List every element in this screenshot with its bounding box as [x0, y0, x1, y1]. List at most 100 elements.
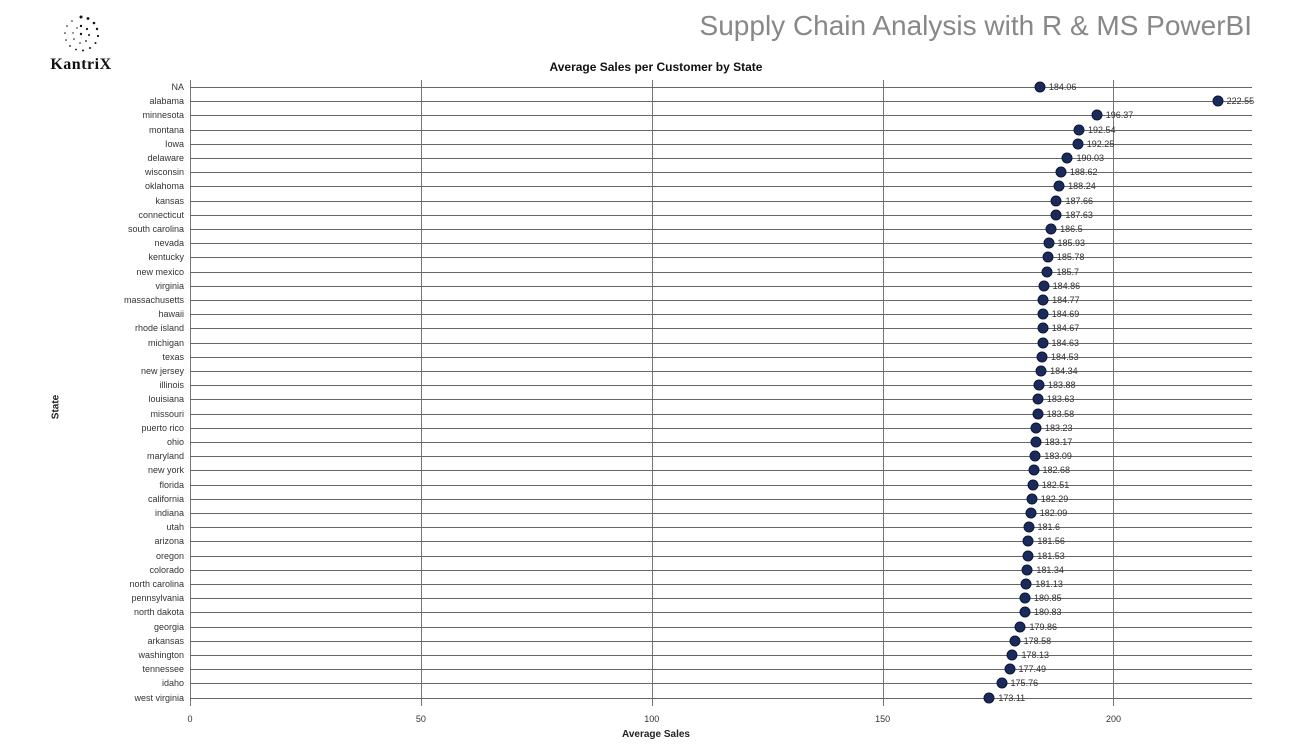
data-label: 184.06 [1049, 82, 1077, 92]
y-tick-label: california [54, 494, 190, 504]
data-point [1042, 266, 1053, 277]
data-label: 182.29 [1041, 494, 1069, 504]
chart-row: tennessee177.49 [190, 662, 1252, 676]
data-label: 181.6 [1038, 522, 1061, 532]
data-point [1074, 124, 1085, 135]
data-point [1027, 479, 1038, 490]
data-label: 185.78 [1057, 252, 1085, 262]
y-tick-label: wisconsin [54, 167, 190, 177]
data-point [1051, 195, 1062, 206]
data-label: 178.58 [1024, 636, 1052, 646]
y-tick-label: new mexico [54, 267, 190, 277]
row-gridline [190, 371, 1252, 372]
row-gridline [190, 243, 1252, 244]
y-tick-label: louisiana [54, 394, 190, 404]
data-label: 182.68 [1043, 465, 1071, 475]
chart-row: puerto rico183.23 [190, 421, 1252, 435]
y-tick-label: new jersey [54, 366, 190, 376]
data-point [1042, 252, 1053, 263]
data-point [1021, 579, 1032, 590]
data-label: 188.62 [1070, 167, 1098, 177]
data-label: 192.25 [1087, 139, 1115, 149]
data-label: 185.93 [1058, 238, 1086, 248]
chart-row: louisiana183.63 [190, 392, 1252, 406]
chart-row: delaware190.03 [190, 151, 1252, 165]
data-label: 183.58 [1047, 409, 1075, 419]
data-point [1032, 394, 1043, 405]
chart-row: minnesota196.37 [190, 108, 1252, 122]
chart-row: pennsylvania180.85 [190, 591, 1252, 605]
y-tick-label: kentucky [54, 252, 190, 262]
y-tick-label: washington [54, 650, 190, 660]
data-label: 173.11 [998, 693, 1025, 703]
y-tick-label: missouri [54, 409, 190, 419]
data-label: 182.09 [1040, 508, 1068, 518]
y-tick-label: kansas [54, 196, 190, 206]
data-point [1009, 635, 1020, 646]
data-point [1054, 181, 1065, 192]
data-point [1020, 593, 1031, 604]
row-gridline [190, 698, 1252, 699]
data-point [1030, 437, 1041, 448]
row-gridline [190, 641, 1252, 642]
chart-row: connecticut187.63 [190, 208, 1252, 222]
row-gridline [190, 541, 1252, 542]
row-gridline [190, 669, 1252, 670]
data-point [1023, 536, 1034, 547]
y-tick-label: rhode island [54, 323, 190, 333]
y-tick-label: puerto rico [54, 423, 190, 433]
data-point [1036, 366, 1047, 377]
row-gridline [190, 456, 1252, 457]
chart-row: NA184.06 [190, 80, 1252, 94]
data-label: 182.51 [1042, 480, 1070, 490]
data-point [1046, 224, 1057, 235]
chart-row: north carolina181.13 [190, 577, 1252, 591]
data-point [1037, 309, 1048, 320]
y-tick-label: illinois [54, 380, 190, 390]
row-gridline [190, 385, 1252, 386]
chart-row: south carolina186.5 [190, 222, 1252, 236]
row-gridline [190, 570, 1252, 571]
y-tick-label: texas [54, 352, 190, 362]
chart-row: indiana182.09 [190, 506, 1252, 520]
row-gridline [190, 584, 1252, 585]
data-label: 178.13 [1021, 650, 1049, 660]
data-label: 185.7 [1056, 267, 1079, 277]
row-gridline [190, 101, 1252, 102]
y-tick-label: minnesota [54, 110, 190, 120]
chart-row: missouri183.58 [190, 407, 1252, 421]
data-label: 184.69 [1052, 309, 1080, 319]
data-point [1037, 337, 1048, 348]
y-tick-label: utah [54, 522, 190, 532]
data-label: 181.53 [1037, 551, 1065, 561]
row-gridline [190, 612, 1252, 613]
data-point [984, 692, 995, 703]
x-tick-label: 50 [416, 714, 426, 724]
data-label: 180.83 [1034, 607, 1062, 617]
y-tick-label: georgia [54, 622, 190, 632]
y-tick-label: NA [54, 82, 190, 92]
row-gridline [190, 300, 1252, 301]
chart-row: new york182.68 [190, 463, 1252, 477]
data-label: 184.77 [1052, 295, 1080, 305]
y-tick-label: north carolina [54, 579, 190, 589]
data-point [1004, 664, 1015, 675]
row-gridline [190, 485, 1252, 486]
chart-row: north dakota180.83 [190, 605, 1252, 619]
y-tick-label: pennsylvania [54, 593, 190, 603]
logo-icon [61, 14, 101, 54]
chart-row: oklahoma188.24 [190, 179, 1252, 193]
chart-row: arizona181.56 [190, 534, 1252, 548]
data-point [1072, 138, 1083, 149]
x-tick-label: 150 [875, 714, 890, 724]
data-label: 184.86 [1053, 281, 1081, 291]
data-point [1032, 408, 1043, 419]
data-label: 190.03 [1076, 153, 1104, 163]
data-label: 181.13 [1035, 579, 1063, 589]
y-tick-label: alabama [54, 96, 190, 106]
data-label: 183.23 [1045, 423, 1073, 433]
y-tick-label: arizona [54, 536, 190, 546]
row-gridline [190, 442, 1252, 443]
chart-row: rhode island184.67 [190, 321, 1252, 335]
chart-row: kansas187.66 [190, 194, 1252, 208]
